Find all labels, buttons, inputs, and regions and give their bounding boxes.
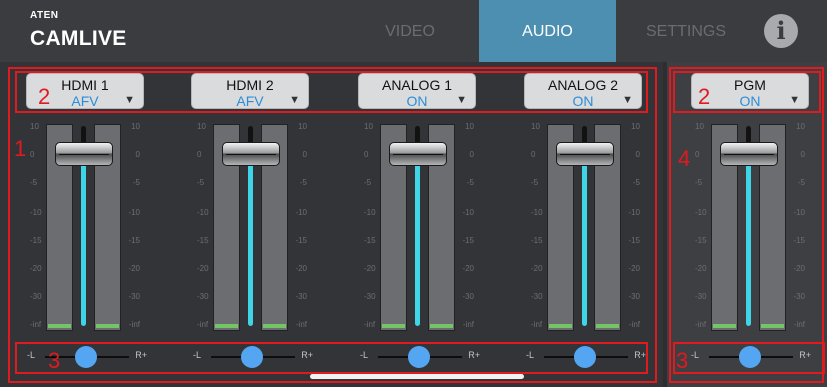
annotation-label-2-pgm: 2	[698, 84, 711, 109]
brand-name: ATEN	[30, 10, 59, 21]
annotation-box-pgm-selector	[673, 71, 821, 113]
info-icon[interactable]: i	[764, 14, 798, 48]
tab-audio[interactable]: AUDIO	[479, 0, 616, 62]
annotation-box-selectors	[15, 71, 648, 113]
product-name: CAMLIVE	[30, 27, 127, 50]
annotation-label-1: 1	[14, 136, 27, 161]
annotation-box-mixer	[8, 67, 657, 383]
tab-video[interactable]: VIDEO	[340, 0, 480, 62]
annotation-label-3-pgm: 3	[676, 348, 689, 373]
home-indicator[interactable]	[310, 374, 524, 379]
app-logo: ATEN CAMLIVE	[30, 10, 127, 52]
tab-settings[interactable]: SETTINGS	[616, 0, 756, 62]
annotation-box-pgm-pan	[673, 342, 825, 374]
top-bar: ATEN CAMLIVE VIDEO AUDIO SETTINGS i	[0, 0, 827, 62]
annotation-box-pgm	[669, 67, 824, 383]
annotation-label-4: 4	[678, 146, 691, 171]
annotation-label-2: 2	[38, 84, 51, 109]
annotation-box-pan	[15, 342, 648, 374]
annotation-label-3: 3	[48, 348, 61, 373]
